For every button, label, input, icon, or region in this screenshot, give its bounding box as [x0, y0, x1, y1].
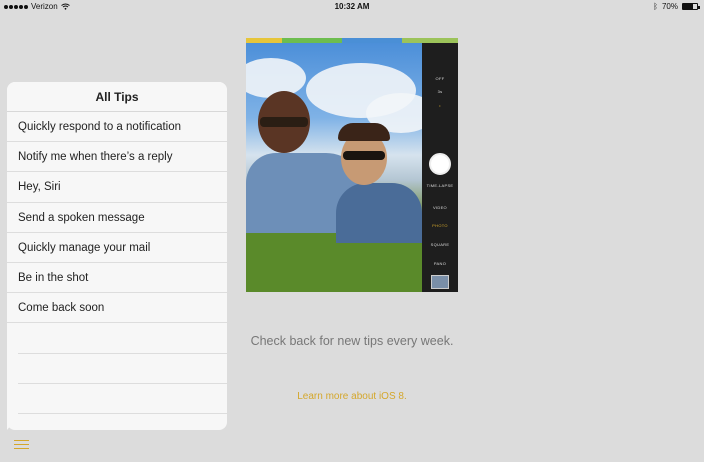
- battery-fill: [683, 4, 693, 9]
- check-back-message: Check back for new tips every week.: [250, 334, 454, 348]
- tip-item[interactable]: Send a spoken message: [7, 203, 227, 233]
- all-tips-title: All Tips: [7, 82, 227, 112]
- learn-more-link[interactable]: Learn more about iOS 8.: [230, 391, 474, 402]
- tip-item[interactable]: Hey, Siri: [7, 172, 227, 203]
- mode-photo[interactable]: PHOTO: [422, 223, 458, 228]
- tip-item[interactable]: Notify me when there’s a reply: [7, 142, 227, 173]
- mode-square[interactable]: SQUARE: [422, 242, 458, 247]
- empty-row: [18, 384, 227, 414]
- popover-tail: [7, 418, 17, 430]
- battery-percent: 70%: [661, 2, 678, 11]
- selfie-photo: [246, 43, 422, 292]
- camera-controls: OFF 3s • TIME-LAPSE VIDEO PHOTO SQUARE P…: [422, 43, 458, 292]
- tip-photo-card: OFF 3s • TIME-LAPSE VIDEO PHOTO SQUARE P…: [246, 38, 458, 292]
- tip-item[interactable]: Quickly manage your mail: [7, 233, 227, 263]
- tip-item[interactable]: Be in the shot: [7, 263, 227, 294]
- battery-icon: [682, 3, 700, 10]
- all-tips-popover: All Tips Quickly respond to a notificati…: [7, 82, 227, 430]
- tip-item[interactable]: Quickly respond to a notification: [7, 112, 227, 143]
- photo-thumbnail[interactable]: [431, 275, 449, 289]
- menu-icon[interactable]: [14, 440, 29, 451]
- bluetooth-icon: ᛒ: [653, 2, 658, 11]
- shutter-button[interactable]: [429, 153, 451, 175]
- status-right: ᛒ 70%: [653, 2, 700, 11]
- empty-row: [18, 323, 227, 354]
- status-bar: Verizon 10:32 AM ᛒ 70%: [0, 0, 704, 14]
- mode-time-lapse[interactable]: TIME-LAPSE: [422, 183, 458, 188]
- flash-off-label: OFF: [435, 76, 445, 81]
- tip-item[interactable]: Come back soon: [7, 293, 227, 324]
- empty-row: [18, 354, 227, 384]
- mode-video[interactable]: VIDEO: [422, 205, 458, 210]
- mode-pano[interactable]: PANO: [422, 261, 458, 266]
- hdr-indicator: •: [439, 103, 441, 108]
- timer-label: 3s: [437, 89, 443, 94]
- status-time: 10:32 AM: [334, 2, 370, 11]
